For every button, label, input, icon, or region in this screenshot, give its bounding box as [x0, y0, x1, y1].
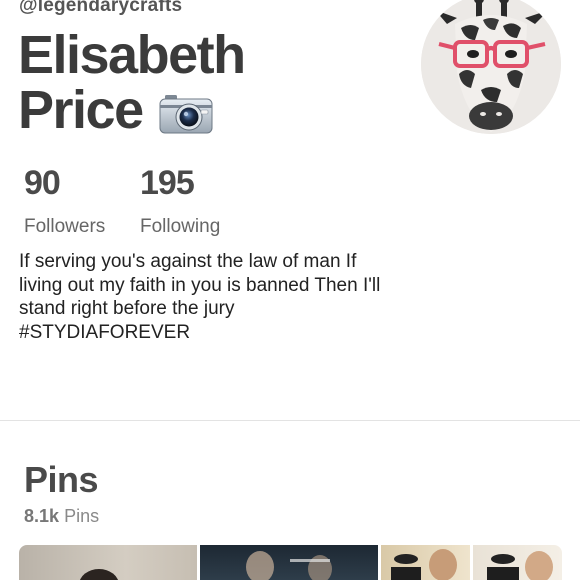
pin-image: [246, 551, 332, 580]
avatar[interactable]: [421, 0, 561, 134]
followers-count: 90: [24, 164, 61, 202]
pins-count-value: 8.1k: [24, 506, 60, 526]
following-count: 195: [140, 164, 195, 202]
pins-count-label: Pins: [64, 506, 100, 526]
camera-icon: [159, 94, 213, 133]
following-stat[interactable]: 195 Following: [140, 164, 220, 238]
display-name-first: Elisabeth: [18, 25, 246, 85]
pin-image: [487, 551, 553, 580]
pins-section-title[interactable]: Pins: [24, 459, 99, 501]
pin-thumbnail[interactable]: [473, 545, 562, 580]
pin-thumbnail[interactable]: [200, 545, 378, 580]
display-name-last: Price: [18, 80, 144, 140]
giraffe-avatar-image: [421, 0, 561, 134]
pin-image: [80, 569, 118, 580]
display-name: Elisabeth Price: [18, 25, 246, 140]
followers-label: Followers: [24, 216, 106, 237]
pin-thumbnail[interactable]: [381, 545, 470, 580]
profile-bio: If serving you's against the law of man …: [19, 251, 381, 343]
username-handle: @legendarycrafts: [19, 0, 183, 16]
pins-thumbnail-grid: [19, 545, 562, 580]
pin-thumbnail[interactable]: [19, 545, 197, 580]
pin-image: [391, 549, 457, 580]
pins-count: 8.1k Pins: [24, 506, 99, 527]
section-divider: [0, 420, 580, 421]
following-label: Following: [140, 216, 221, 237]
followers-stat[interactable]: 90 Followers: [24, 164, 105, 238]
